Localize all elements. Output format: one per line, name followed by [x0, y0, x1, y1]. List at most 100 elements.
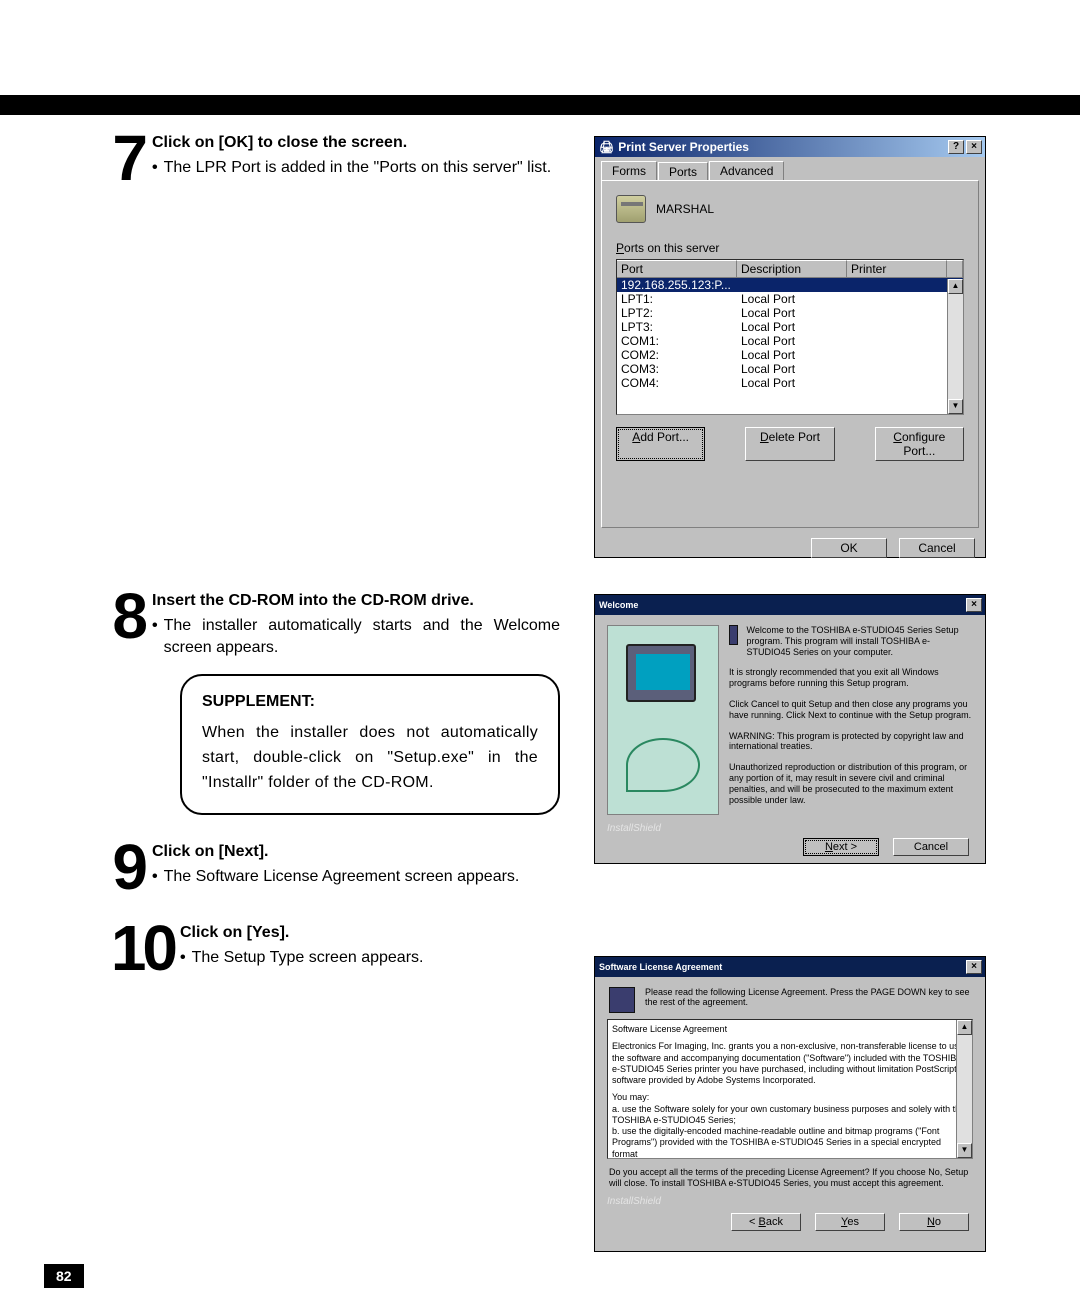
license-icon	[609, 987, 635, 1013]
step-7-text: Click on [OK] to close the screen. • The…	[152, 132, 560, 178]
setup-icon	[729, 625, 738, 645]
welcome-p2: It is strongly recommended that you exit…	[729, 667, 973, 689]
table-row[interactable]: LPT3: Local Port	[617, 320, 963, 334]
step-9-title: Click on [Next].	[152, 841, 560, 863]
ports-table: Port Description Printer 192.168.255.123…	[616, 259, 964, 415]
cell-desc: Local Port	[737, 306, 847, 320]
server-name: MARSHAL	[656, 202, 714, 216]
step-8-bullet-text: The installer automatically starts and t…	[164, 615, 560, 658]
table-row[interactable]: LPT2: Local Port	[617, 306, 963, 320]
titlebar: 🖨 Print Server Properties ? ×	[595, 137, 985, 157]
tab-forms[interactable]: Forms	[601, 161, 657, 180]
col-description[interactable]: Description	[737, 260, 847, 278]
tab-body: MARSHAL Ports on this server Port Descri…	[601, 180, 979, 528]
delete-port-rest: elete Port	[769, 430, 820, 444]
help-button[interactable]: ?	[948, 140, 964, 154]
bullet-dot: •	[152, 157, 158, 179]
scroll-up-icon[interactable]: ▲	[957, 1020, 972, 1035]
step-7-bullet: • The LPR Port is added in the "Ports on…	[152, 157, 560, 179]
step-8-bullet: • The installer automatically starts and…	[152, 615, 560, 658]
welcome-dialog: Welcome × Welcome to the TOSHIBA e-STUDI…	[594, 594, 986, 864]
configure-port-rest: onfigure Port...	[902, 430, 945, 458]
step-10-text: Click on [Yes]. • The Setup Type screen …	[180, 922, 560, 968]
license-heading: Software License Agreement	[612, 1024, 968, 1035]
supplement-body: When the installer does not automaticall…	[202, 721, 538, 795]
step-9: 9 Click on [Next]. • The Software Licens…	[90, 841, 560, 893]
cell-desc: Local Port	[737, 348, 847, 362]
cell-desc: Local Port	[737, 292, 847, 306]
table-row[interactable]: COM2: Local Port	[617, 348, 963, 362]
back-button[interactable]: < Back	[731, 1213, 801, 1231]
installshield-label: InstallShield	[595, 823, 985, 834]
header-scroll-gap	[947, 260, 963, 278]
scroll-down-icon[interactable]: ▼	[948, 399, 963, 414]
back-rest: ack	[766, 1216, 783, 1228]
yes-rest: es	[847, 1216, 859, 1228]
next-rest: ext >	[833, 841, 857, 853]
license-p2c: b. use the digitally-encoded machine-rea…	[612, 1126, 968, 1159]
welcome-p3: Click Cancel to quit Setup and then clos…	[729, 699, 973, 721]
cancel-button[interactable]: Cancel	[899, 538, 975, 558]
yes-button[interactable]: Yes	[815, 1213, 885, 1231]
delete-port-button[interactable]: Delete Port	[745, 427, 834, 461]
titlebar: Software License Agreement ×	[595, 957, 985, 977]
ports-label-rest: orts on this server	[624, 241, 719, 255]
close-button[interactable]: ×	[966, 140, 982, 154]
table-row[interactable]: 192.168.255.123:P...	[617, 278, 963, 292]
configure-port-button[interactable]: Configure Port...	[875, 427, 964, 461]
scrollbar[interactable]: ▲ ▼	[956, 1020, 972, 1158]
table-row[interactable]: COM1: Local Port	[617, 334, 963, 348]
step-10-title: Click on [Yes].	[180, 922, 560, 944]
scroll-down-icon[interactable]: ▼	[957, 1143, 972, 1158]
license-p1: Electronics For Imaging, Inc. grants you…	[612, 1041, 968, 1086]
no-rest: o	[935, 1216, 941, 1228]
step-7-bullet-text: The LPR Port is added in the "Ports on t…	[164, 157, 552, 179]
cancel-button[interactable]: Cancel	[893, 838, 969, 856]
cell-port: COM4:	[617, 376, 737, 390]
step-9-bullet-text: The Software License Agreement screen ap…	[164, 866, 520, 888]
tabs: Forms Ports Advanced	[595, 157, 985, 180]
cell-desc: Local Port	[737, 334, 847, 348]
no-button[interactable]: No	[899, 1213, 969, 1231]
step-number: 9	[90, 841, 146, 893]
cell-printer	[847, 306, 947, 320]
license-accept-question: Do you accept all the terms of the prece…	[595, 1159, 985, 1190]
step-10-bullet-text: The Setup Type screen appears.	[192, 947, 424, 969]
table-row[interactable]: COM3: Local Port	[617, 362, 963, 376]
license-p2b: a. use the Software solely for your own …	[612, 1104, 968, 1127]
cell-desc	[737, 278, 847, 292]
ok-button[interactable]: OK	[811, 538, 887, 558]
col-port[interactable]: Port	[617, 260, 737, 278]
add-port-button[interactable]: Add Port...	[616, 427, 705, 461]
step-10: 10 Click on [Yes]. • The Setup Type scre…	[90, 922, 560, 974]
tab-advanced[interactable]: Advanced	[709, 161, 784, 180]
step-7: 7 Click on [OK] to close the screen. • T…	[90, 132, 560, 184]
top-black-bar	[0, 95, 1080, 115]
license-intro: Please read the following License Agreem…	[645, 987, 971, 1013]
cell-port: 192.168.255.123:P...	[617, 278, 737, 292]
cell-port: COM1:	[617, 334, 737, 348]
computer-icon	[626, 644, 696, 702]
step-number: 7	[90, 132, 146, 184]
dialog-title: Print Server Properties	[618, 140, 749, 154]
cell-printer	[847, 348, 947, 362]
table-row[interactable]: LPT1: Local Port	[617, 292, 963, 306]
table-row[interactable]: COM4: Local Port	[617, 376, 963, 390]
server-row: MARSHAL	[616, 195, 964, 223]
welcome-body: Welcome to the TOSHIBA e-STUDIO45 Series…	[595, 615, 985, 825]
ports-label: Ports on this server	[616, 241, 964, 255]
next-button[interactable]: Next >	[803, 838, 879, 856]
scrollbar[interactable]: ▲ ▼	[947, 279, 963, 414]
tab-ports[interactable]: Ports	[658, 162, 708, 181]
cell-printer	[847, 362, 947, 376]
close-button[interactable]: ×	[966, 960, 982, 974]
step-number: 10	[90, 922, 174, 974]
step-9-text: Click on [Next]. • The Software License …	[152, 841, 560, 887]
installshield-label: InstallShield	[595, 1196, 985, 1207]
close-button[interactable]: ×	[966, 598, 982, 612]
scroll-up-icon[interactable]: ▲	[948, 279, 963, 294]
license-textarea[interactable]: Software License Agreement Electronics F…	[607, 1019, 973, 1159]
license-footer: < Back Yes No	[595, 1207, 985, 1239]
printer-icon: 🖨	[599, 140, 614, 154]
col-printer[interactable]: Printer	[847, 260, 947, 278]
